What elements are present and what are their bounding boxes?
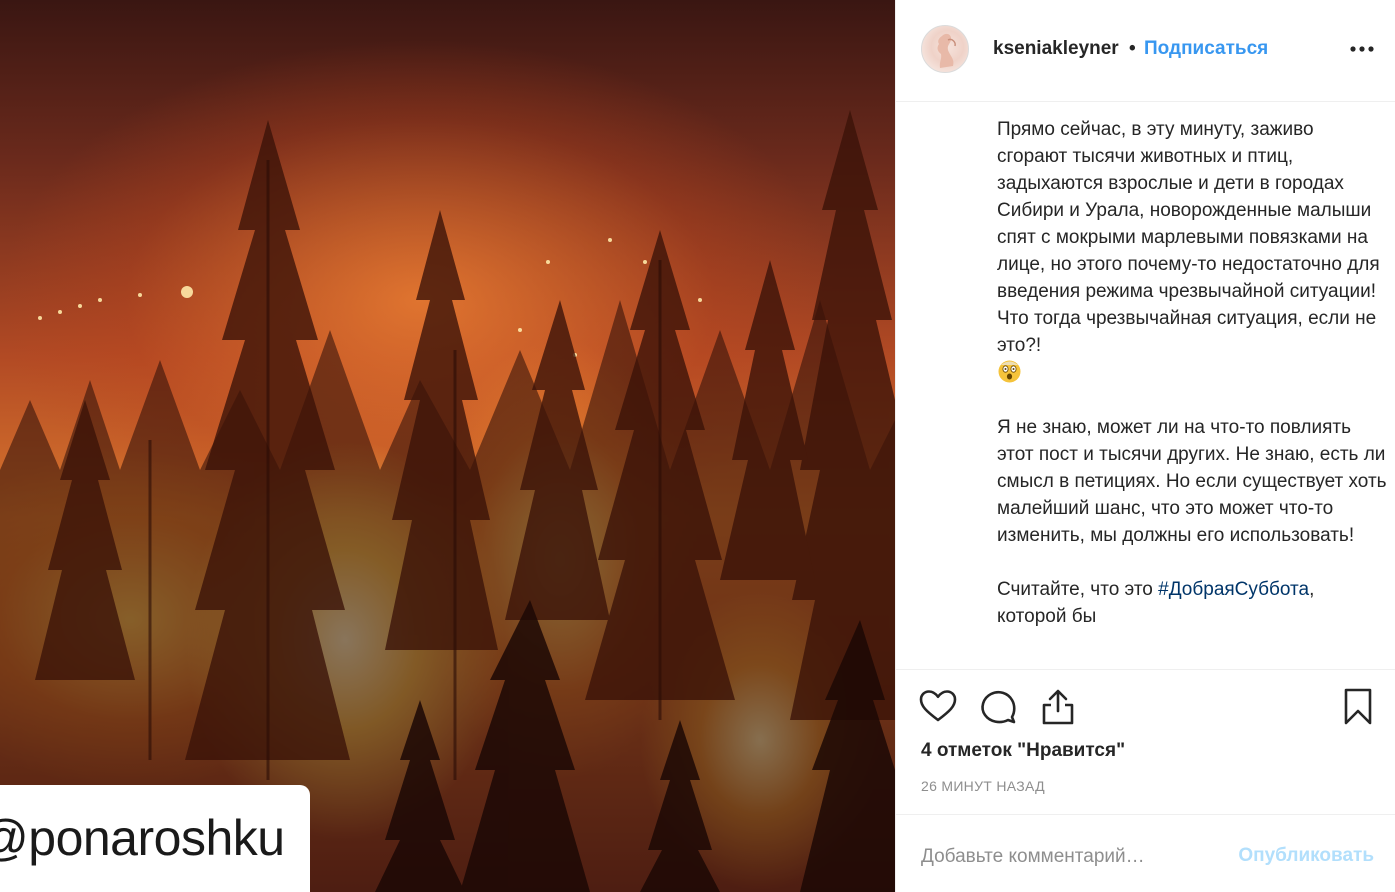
- heart-icon[interactable]: [918, 687, 958, 727]
- image-watermark: @ponaroshku: [0, 785, 310, 892]
- post-caption: Прямо сейчас, в эту минуту, заживо сгора…: [997, 116, 1387, 666]
- caption-paragraph: Считайте, что это #ДобраяСуббота, которо…: [997, 576, 1387, 630]
- hashtag-link[interactable]: #ДобраяСуббота: [1158, 579, 1309, 600]
- comment-form: Опубликовать: [896, 814, 1395, 892]
- likes-count[interactable]: 4 отметок "Нравится": [921, 740, 1125, 762]
- post-sidebar: kseniakleyner • Подписаться Прямо сейчас…: [895, 0, 1395, 892]
- caption-text-3-suffix: ,: [1309, 579, 1315, 600]
- caption-text-1: Прямо сейчас, в эту минуту, заживо сгора…: [997, 119, 1380, 356]
- caption-paragraph: Я не знаю, может ли на что-то повлиять э…: [997, 414, 1387, 549]
- post-timestamp[interactable]: 26 МИНУТ НАЗАД: [921, 778, 1045, 794]
- avatar[interactable]: [921, 25, 969, 73]
- astonished-face-icon: [998, 360, 1021, 383]
- caption-text-3: Считайте, что это: [997, 579, 1159, 600]
- comment-input[interactable]: [921, 843, 1221, 871]
- forest-fire-illustration: [0, 110, 895, 892]
- caption-paragraph: Прямо сейчас, в эту минуту, заживо сгора…: [997, 116, 1387, 387]
- more-options-icon[interactable]: [1349, 36, 1375, 62]
- caption-text-2: Я не знаю, может ли на что-то повлиять э…: [997, 417, 1387, 546]
- username[interactable]: kseniakleyner: [993, 38, 1119, 60]
- follow-button[interactable]: Подписаться: [1144, 38, 1268, 60]
- caption-text-3-cut: которой бы: [997, 606, 1097, 627]
- header-separator: •: [1129, 38, 1136, 59]
- comment-icon[interactable]: [978, 687, 1018, 727]
- bookmark-icon[interactable]: [1338, 687, 1378, 727]
- watermark-text: @ponaroshku: [0, 810, 285, 866]
- publish-button[interactable]: Опубликовать: [1238, 845, 1374, 867]
- post-actions: 4 отметок "Нравится" 26 МИНУТ НАЗАД: [896, 669, 1395, 814]
- share-icon[interactable]: [1038, 687, 1078, 727]
- avatar-figure-icon: [937, 33, 956, 68]
- post-image[interactable]: @ponaroshku: [0, 0, 895, 892]
- post-header: kseniakleyner • Подписаться: [896, 0, 1395, 102]
